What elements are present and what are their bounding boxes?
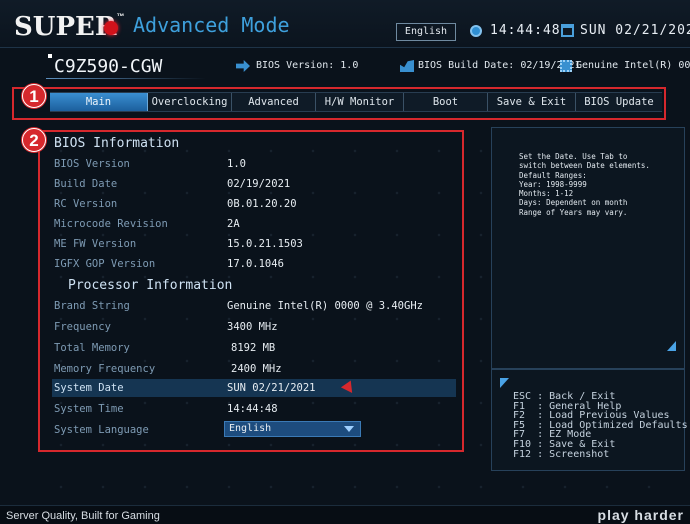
model-mark-icon	[48, 54, 52, 58]
annotation-badge-1: 1	[22, 84, 46, 108]
tab-overclocking[interactable]: Overclocking	[148, 93, 232, 111]
play-harder-logo: play harder	[597, 507, 684, 523]
chevron-down-icon	[344, 426, 354, 432]
memory-frequency-label: Memory Frequency	[54, 363, 156, 375]
bios-version-text: BIOS Version: 1.0	[256, 60, 359, 71]
model-underline	[46, 78, 206, 79]
header-time: 14:44:48	[490, 23, 561, 38]
tab-boot[interactable]: Boot	[404, 93, 488, 111]
rc-version-label: RC Version	[54, 198, 118, 210]
igfx-gop-value: 17.0.1046	[227, 258, 284, 270]
microcode-value: 2A	[227, 218, 240, 230]
build-date-label: Build Date	[54, 178, 118, 190]
total-memory-label: Total Memory	[54, 342, 130, 354]
language-button[interactable]: English	[396, 23, 456, 41]
igfx-gop-label: IGFX GOP Version	[54, 258, 156, 270]
logo-dot-icon	[104, 21, 118, 35]
brand-string-label: Brand String	[54, 300, 130, 312]
logo-text: SUPER	[14, 12, 117, 42]
model-name: C9Z590-CGW	[54, 56, 163, 77]
bios-version-label: BIOS Version	[54, 158, 130, 170]
brand-string-value: Genuine Intel(R) 0000 @ 3.40GHz	[227, 300, 423, 312]
cpu-icon	[560, 60, 572, 72]
mode-title: Advanced Mode	[133, 13, 290, 37]
build-date-icon	[400, 60, 414, 72]
system-language-label: System Language	[54, 424, 149, 436]
footer: Server Quality, Built for Gaming play ha…	[0, 505, 690, 524]
keys-arrow-icon	[500, 378, 509, 388]
system-time-value[interactable]: 14:44:48	[227, 403, 278, 415]
nav-tabs: Main Overclocking Advanced H/W Monitor B…	[50, 92, 662, 112]
build-date-value: 02/19/2021	[227, 178, 291, 190]
system-language-value: English	[229, 423, 272, 434]
microcode-label: Microcode Revision	[54, 218, 168, 230]
corner-arrow-icon	[667, 341, 676, 351]
frequency-label: Frequency	[54, 321, 111, 333]
me-fw-label: ME FW Version	[54, 238, 137, 250]
header-date: SUN 02/21/2021	[580, 23, 690, 38]
tab-hw-monitor[interactable]: H/W Monitor	[316, 93, 404, 111]
model-row: C9Z590-CGW BIOS Version: 1.0 BIOS Build …	[0, 48, 690, 79]
top-bar: SUPER™ Advanced Mode English 14:44:48 SU…	[0, 0, 690, 48]
frequency-value: 3400 MHz	[227, 321, 278, 333]
bios-version-value: 1.0	[227, 158, 246, 170]
system-time-label: System Time	[54, 403, 124, 415]
memory-frequency-value: 2400 MHz	[231, 363, 282, 375]
footer-tagline: Server Quality, Built for Gaming	[6, 510, 160, 522]
bios-info-title: BIOS Information	[54, 136, 180, 151]
tab-bios-update[interactable]: BIOS Update	[576, 93, 662, 111]
tab-save-exit[interactable]: Save & Exit	[488, 93, 576, 111]
system-date-label: System Date	[54, 382, 124, 394]
help-panel: Set the Date. Use Tab to switch between …	[491, 127, 685, 369]
bios-version-icon	[236, 60, 250, 72]
cpu-text: Genuine Intel(R) 0000	[576, 60, 690, 71]
system-language-select[interactable]: English	[224, 421, 361, 437]
clock-icon	[470, 25, 482, 37]
me-fw-value: 15.0.21.1503	[227, 238, 303, 250]
help-text: Set the Date. Use Tab to switch between …	[519, 152, 650, 217]
tab-advanced[interactable]: Advanced	[232, 93, 316, 111]
processor-info-title: Processor Information	[68, 278, 233, 293]
tab-main[interactable]: Main	[50, 93, 148, 111]
annotation-badge-2: 2	[22, 128, 46, 152]
rc-version-value: 0B.01.20.20	[227, 198, 297, 210]
system-date-value[interactable]: SUN 02/21/2021	[227, 382, 316, 394]
hotkeys-text: ESC : Back / Exit F1 : General Help F2 :…	[513, 391, 688, 460]
logo-trademark: ™	[116, 12, 125, 21]
calendar-icon	[561, 24, 574, 37]
bios-build-date-text: BIOS Build Date: 02/19/2021	[418, 60, 581, 71]
total-memory-value: 8192 MB	[231, 342, 276, 354]
